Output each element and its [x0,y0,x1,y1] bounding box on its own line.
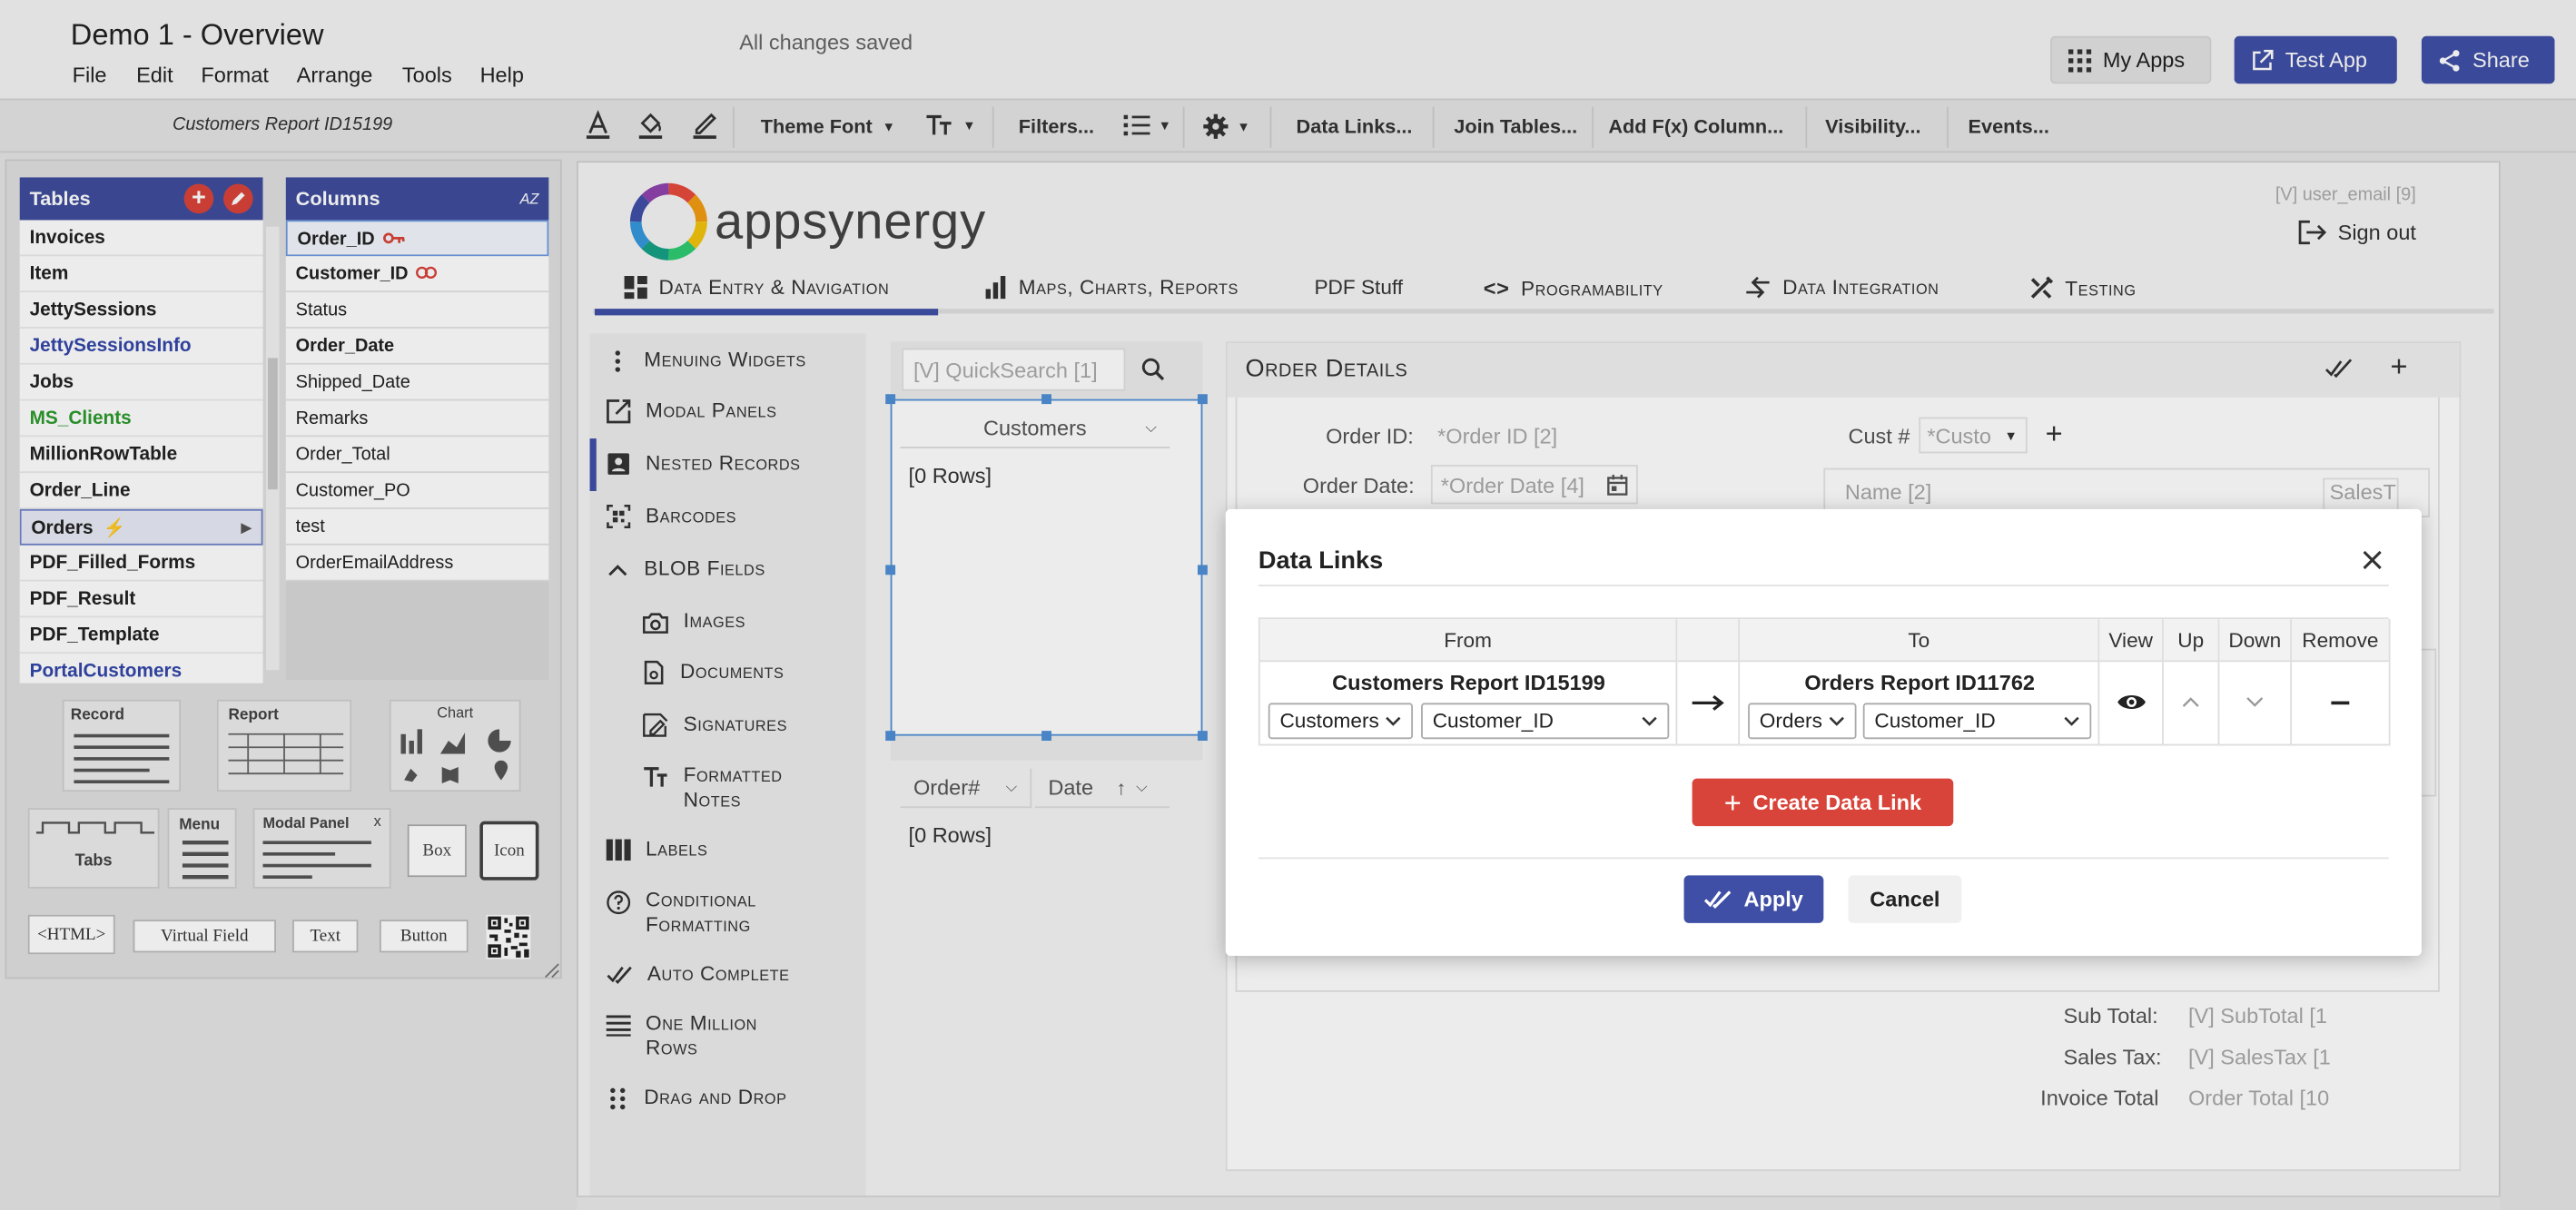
to-table-value: Orders [1759,709,1822,733]
from-column-value: Customer_ID [1432,709,1554,733]
close-icon[interactable] [2363,550,2383,570]
header-remove: Remove [2291,619,2391,663]
header-up: Up [2163,619,2220,663]
from-table-value: Customers [1279,709,1379,733]
move-down-icon[interactable] [2245,696,2264,708]
from-column-select[interactable]: Customer_ID [1421,703,1670,740]
to-report-name: Orders Report ID11762 [1804,670,2035,695]
chevron-down-icon [1829,716,1844,726]
modal-divider-bottom [1258,857,2389,860]
plus-icon: + [1723,785,1742,819]
chevron-down-icon [2064,716,2079,726]
remove-icon[interactable] [2331,701,2350,705]
eye-icon[interactable] [2116,692,2147,713]
double-check-icon [1704,890,1732,909]
to-table-select[interactable]: Orders [1748,703,1857,740]
from-table-select[interactable]: Customers [1268,703,1414,740]
cancel-label: Cancel [1870,887,1940,912]
data-links-modal: Data Links From To View Up Down Remove C… [1225,508,2422,957]
apply-label: Apply [1743,887,1803,912]
header-arrow [1677,619,1741,663]
chevron-down-icon [1386,716,1401,726]
chevron-down-icon [1642,716,1657,726]
modal-divider-top [1258,585,2389,586]
create-data-link-button[interactable]: + Create Data Link [1692,778,1954,827]
data-links-table: From To View Up Down Remove Customers Re… [1258,617,2391,746]
from-report-name: Customers Report ID15199 [1332,670,1605,695]
create-data-link-label: Create Data Link [1752,790,1922,815]
cancel-button[interactable]: Cancel [1848,875,1962,923]
move-up-icon[interactable] [2182,696,2200,708]
arrow-right-icon [1692,694,1724,711]
modal-title: Data Links [1258,546,1384,575]
header-view: View [2099,619,2164,663]
apply-button[interactable]: Apply [1683,875,1824,923]
to-column-select[interactable]: Customer_ID [1862,703,2092,740]
to-column-value: Customer_ID [1874,709,1996,733]
header-down: Down [2219,619,2292,663]
header-to: To [1740,619,2100,663]
header-from: From [1259,619,1678,663]
